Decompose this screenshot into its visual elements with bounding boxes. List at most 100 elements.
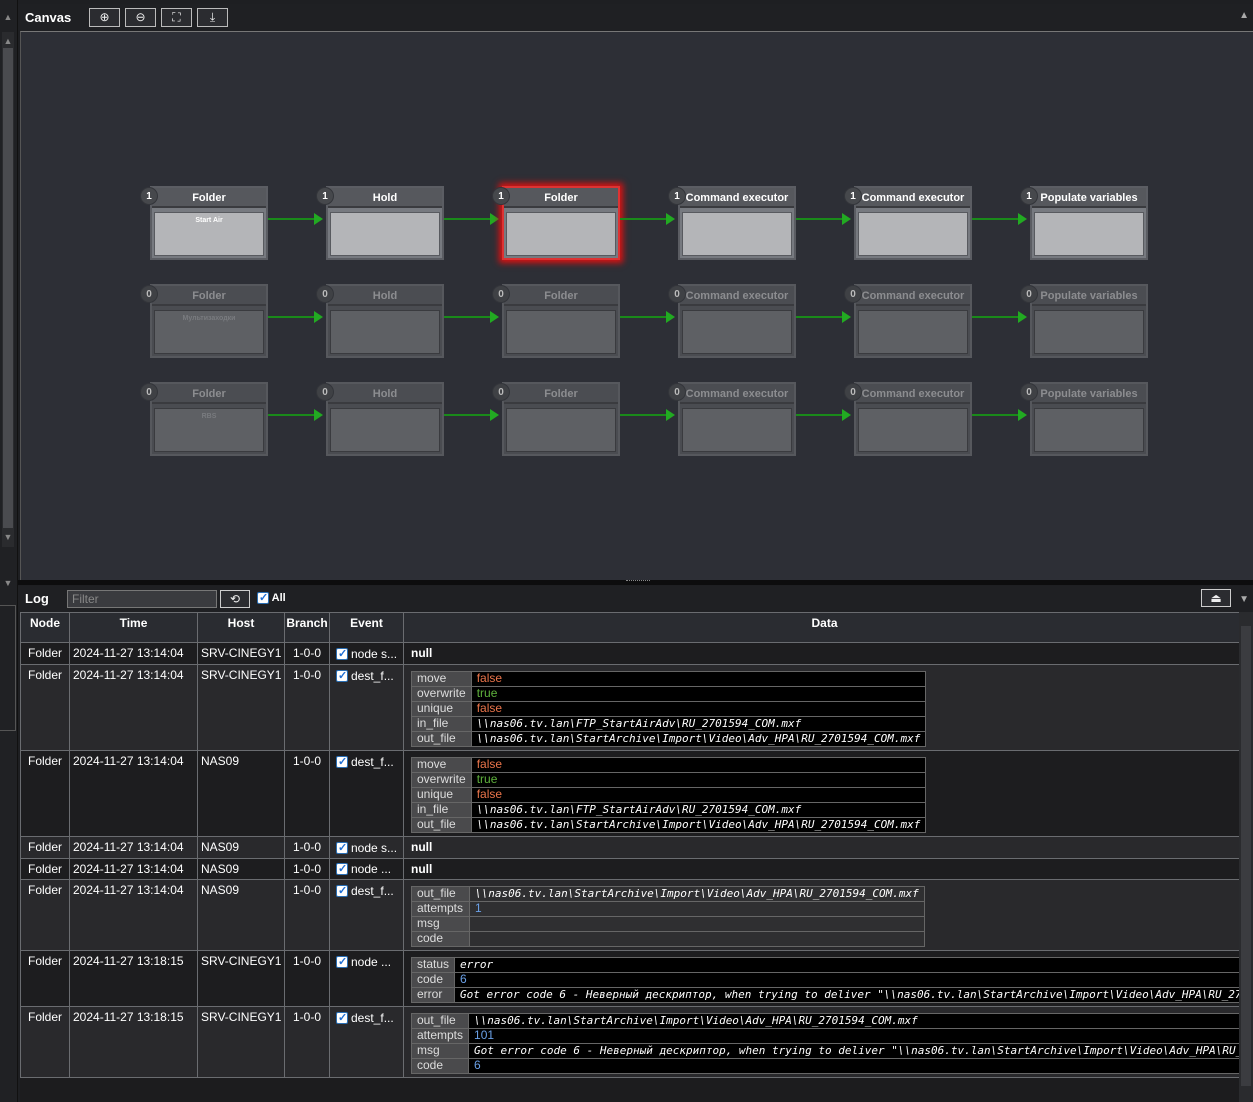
event-checkbox[interactable] <box>336 862 348 876</box>
col-header-branch[interactable]: Branch <box>284 612 330 643</box>
log-table: Node Time Host Branch Event Data Folder 2… <box>20 612 1239 1079</box>
node-body <box>858 212 968 256</box>
node-title: Folder <box>504 384 618 404</box>
log-cell-node: Folder <box>20 950 70 1008</box>
workflow-node[interactable]: Command executor <box>678 186 796 260</box>
workflow-node[interactable]: Populate variables <box>1030 284 1148 358</box>
workflow-node[interactable]: Folder <box>502 186 620 260</box>
history-button[interactable]: ⟲ <box>220 590 250 608</box>
workflow-node[interactable]: Command executor <box>854 186 972 260</box>
node-body <box>506 310 616 354</box>
workflow-node[interactable]: Hold <box>326 186 444 260</box>
log-row[interactable]: Folder2024-11-27 13:14:04NAS091-0-0 node … <box>20 857 1239 881</box>
log-cell-branch: 1-0-0 <box>284 1006 330 1079</box>
null-value: null <box>411 839 433 854</box>
node-count-badge: 1 <box>1020 187 1038 205</box>
workflow-node[interactable]: Hold <box>326 284 444 358</box>
log-row[interactable]: Folder 2024-11-27 13:18:15 SRV-CINEGY1 1-0-… <box>20 950 1239 1008</box>
workflow-node[interactable]: Command executor <box>678 382 796 456</box>
expand-down-icon[interactable]: ▼ <box>0 576 16 590</box>
data-value: true <box>470 685 927 702</box>
event-checkbox[interactable] <box>336 647 348 660</box>
event-checkbox[interactable] <box>336 955 348 969</box>
log-row[interactable]: Folder2024-11-27 13:14:04NAS091-0-0 node … <box>20 835 1239 859</box>
node-body <box>506 212 616 256</box>
event-checkbox[interactable] <box>336 669 348 682</box>
log-cell-data: out_file \\nas06.tv.lan\StartArchive\Impo… <box>403 879 1239 952</box>
event-label: node s... <box>351 840 398 855</box>
log-cell-node: Folder <box>20 835 70 859</box>
node-count-badge: 0 <box>492 285 510 303</box>
node-title: Populate variables <box>1032 286 1146 306</box>
log-scrollbar-thumb[interactable] <box>1241 626 1251 1086</box>
workflow-node[interactable]: Hold <box>326 382 444 456</box>
canvas-area[interactable]: Folder Start Air 1 Hold 1 Folder 1 Command exec… <box>20 31 1253 581</box>
log-cell-node: Folder <box>20 1006 70 1079</box>
scroll-up-icon[interactable]: ▲ <box>0 34 16 48</box>
history-icon: ⟲ <box>229 592 241 606</box>
data-value: false <box>470 786 927 803</box>
event-checkbox[interactable] <box>336 884 348 898</box>
data-value: Got error code 6 - Неверный дескриптор, … <box>468 1043 1239 1060</box>
workflow-node[interactable]: Populate variables <box>1030 186 1148 260</box>
data-key: code <box>411 931 470 948</box>
event-label: node s... <box>351 646 398 661</box>
workflow-node[interactable]: Folder <box>502 382 620 456</box>
data-value: false <box>470 670 927 687</box>
node-count-badge: 1 <box>668 187 686 205</box>
log-row[interactable]: Folder2024-11-27 13:14:04NAS091-0-0 dest_… <box>20 879 1239 952</box>
col-header-host[interactable]: Host <box>197 612 285 643</box>
workflow-node[interactable]: Command executor <box>678 284 796 358</box>
scroll-down-icon[interactable]: ▼ <box>0 530 16 544</box>
all-toggle[interactable]: All <box>257 591 286 605</box>
expand-panel-icon[interactable]: ▼ <box>1239 594 1249 605</box>
data-value: \\nas06.tv.lan\FTP_StartAirAdv\RU_270159… <box>470 715 927 732</box>
workflow-node[interactable]: Populate variables <box>1030 382 1148 456</box>
node-title: Command executor <box>856 286 970 306</box>
filter-input[interactable] <box>67 590 217 608</box>
connection-arrow <box>268 311 323 323</box>
workflow-node[interactable]: Folder Мультизаходки <box>150 284 268 358</box>
event-checkbox[interactable] <box>336 841 348 854</box>
log-cell-event: dest_f... <box>329 1006 404 1079</box>
splitter-grip[interactable] <box>626 580 650 583</box>
log-row[interactable]: Folder2024-11-27 13:14:04NAS091-0-0 dest_… <box>20 749 1239 837</box>
log-row[interactable]: Folder 2024-11-27 13:14:04 SRV-CINEGY1 1-0-… <box>20 663 1239 751</box>
workflow-node[interactable]: Command executor <box>854 284 972 358</box>
workflow-node[interactable]: Folder RBS <box>150 382 268 456</box>
data-key: code <box>410 972 456 989</box>
log-cell-data: null <box>403 642 1239 665</box>
eject-button[interactable]: ⏏ <box>1201 589 1231 607</box>
data-value: \\nas06.tv.lan\StartArchive\Import\Video… <box>468 1013 1239 1030</box>
app-window: ▲ ▲ ▼ ▼ Canvas ⊕ ⊖ ⛶ ⤓ ▲ Folder Start Air… <box>0 0 1253 1102</box>
log-row[interactable]: Folder 2024-11-27 13:18:15 SRV-CINEGY1 1-0-… <box>20 1006 1239 1079</box>
zoom-in-button[interactable]: ⊕ <box>89 8 120 27</box>
event-checkbox[interactable] <box>336 755 348 768</box>
log-cell-host: SRV-CINEGY1 <box>197 642 285 665</box>
zoom-out-button[interactable]: ⊖ <box>125 8 156 27</box>
data-key: attempts <box>411 901 470 918</box>
workflow-node[interactable]: Command executor <box>854 382 972 456</box>
workflow-node[interactable]: Folder <box>502 284 620 358</box>
connection-arrow <box>796 213 851 225</box>
collapse-panel-icon[interactable]: ▲ <box>1239 10 1249 21</box>
col-header-node[interactable]: Node <box>20 612 70 643</box>
download-button[interactable]: ⤓ <box>197 8 228 27</box>
left-scrollbar-thumb[interactable] <box>3 48 13 528</box>
data-value: Got error code 6 - Неверный дескриптор, … <box>454 987 1239 1004</box>
all-checkbox[interactable] <box>257 591 269 605</box>
log-row[interactable]: Folder 2024-11-27 13:14:04 SRV-CINEGY1 1-0-… <box>20 642 1239 665</box>
col-header-time[interactable]: Time <box>69 612 198 643</box>
node-subtitle: Мультизаходки <box>182 315 236 322</box>
collapse-up-icon[interactable]: ▲ <box>0 10 16 24</box>
col-header-data[interactable]: Data <box>403 612 1239 643</box>
workflow-node[interactable]: Folder Start Air <box>150 186 268 260</box>
connection-arrow <box>972 409 1027 421</box>
fit-view-button[interactable]: ⛶ <box>161 8 192 27</box>
event-checkbox[interactable] <box>336 1011 348 1025</box>
node-count-badge: 0 <box>140 285 158 303</box>
col-header-event[interactable]: Event <box>329 612 404 643</box>
data-kv-table: out_file \\nas06.tv.lan\StartArchive\Impo… <box>410 1013 1239 1075</box>
data-value: \\nas06.tv.lan\StartArchive\Import\Video… <box>470 816 927 833</box>
connection-arrow <box>972 213 1027 225</box>
